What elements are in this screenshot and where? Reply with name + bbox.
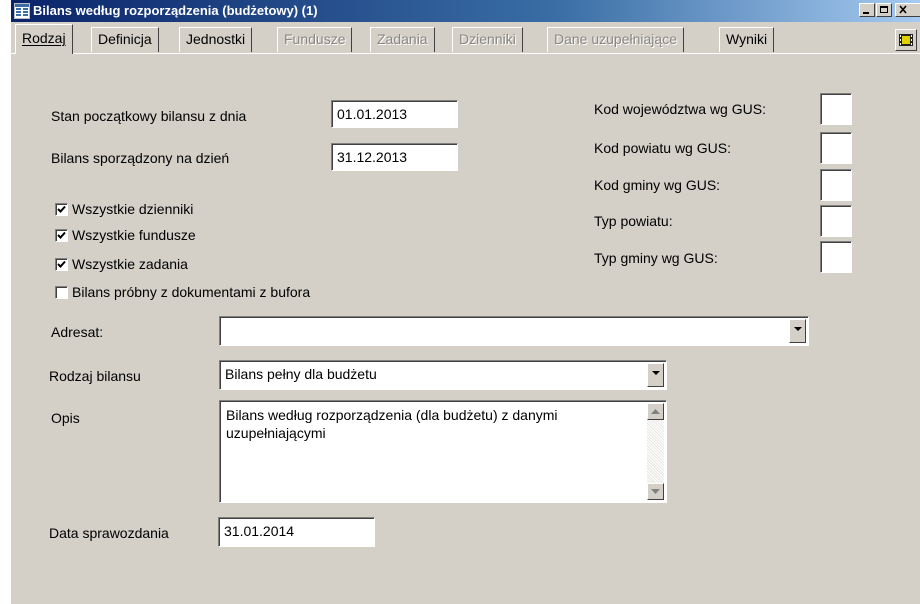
typ-powiatu-label: Typ powiatu:	[594, 213, 673, 229]
checkmark-icon	[57, 205, 66, 213]
tab-dane-uzupelniajace[interactable]: Dane uzupełniające	[547, 27, 684, 52]
film-button[interactable]	[895, 29, 917, 51]
tab-definicja[interactable]: Definicja	[91, 27, 159, 52]
checkbox-bilans-probny[interactable]: Bilans próbny z dokumentami z bufora	[55, 284, 310, 302]
rodzaj-bilansu-dropdown-button[interactable]	[647, 363, 664, 387]
film-icon	[899, 34, 913, 46]
chevron-down-icon	[794, 327, 802, 331]
rodzaj-bilansu-dropdown[interactable]: Bilans pełny dla budżetu	[219, 360, 667, 390]
typ-powiatu-input[interactable]	[820, 205, 852, 237]
typ-gminy-input[interactable]	[820, 241, 852, 273]
chevron-down-icon	[651, 489, 660, 494]
tab-divider	[11, 53, 920, 54]
restore-button[interactable]	[876, 3, 892, 17]
checkbox-wszystkie-dzienniki[interactable]: Wszystkie dzienniki	[55, 201, 193, 219]
table-window-icon	[14, 3, 30, 19]
kod-gminy-input[interactable]	[820, 169, 852, 201]
tab-fundusze[interactable]: Fundusze	[277, 27, 353, 52]
chevron-down-icon	[652, 371, 660, 375]
minimize-button[interactable]	[859, 3, 875, 17]
title-bar[interactable]: Bilans według rozporządzenia (budżetowy)…	[11, 0, 920, 22]
tab-dzienniki[interactable]: Dzienniki	[452, 27, 523, 52]
adresat-dropdown-button[interactable]	[789, 319, 806, 343]
tab-zadania[interactable]: Zadania	[370, 27, 435, 52]
close-button[interactable]	[895, 3, 920, 17]
close-icon	[899, 5, 907, 14]
opis-label: Opis	[51, 410, 80, 426]
bilans-sporzadzony-input[interactable]: 31.12.2013	[331, 143, 458, 171]
bilans-sporzadzony-label: Bilans sporządzony na dzień	[51, 150, 230, 166]
restore-icon	[880, 6, 888, 13]
typ-gminy-label: Typ gminy wg GUS:	[594, 250, 718, 266]
adresat-label: Adresat:	[51, 324, 104, 340]
adresat-dropdown[interactable]	[219, 316, 809, 346]
chevron-up-icon	[651, 409, 660, 414]
checkbox-box[interactable]	[55, 286, 68, 299]
opis-textarea[interactable]: Bilans według rozporządzenia (dla budżet…	[219, 400, 667, 503]
tab-wyniki[interactable]: Wyniki	[719, 27, 775, 52]
bilans-window: Bilans według rozporządzenia (budżetowy)…	[10, 0, 920, 604]
kod-gminy-label: Kod gminy wg GUS:	[594, 177, 721, 193]
kod-wojewodztwa-input[interactable]	[820, 93, 852, 125]
minimize-icon	[863, 12, 869, 14]
tab-jednostki[interactable]: Jednostki	[179, 27, 253, 52]
stan-poczatkowy-input[interactable]: 01.01.2013	[331, 100, 458, 128]
scroll-up-button[interactable]	[647, 403, 664, 420]
kod-powiatu-input[interactable]	[820, 132, 852, 164]
tab-rodzaj[interactable]: Rodzaj	[15, 24, 73, 54]
checkbox-box[interactable]	[55, 258, 68, 271]
checkmark-icon	[57, 260, 66, 268]
rodzaj-bilansu-value: Bilans pełny dla budżetu	[225, 366, 377, 382]
rodzaj-bilansu-label: Rodzaj bilansu	[49, 368, 141, 384]
stan-poczatkowy-label: Stan początkowy bilansu z dnia	[51, 108, 247, 124]
checkbox-wszystkie-zadania[interactable]: Wszystkie zadania	[55, 256, 188, 274]
kod-wojewodztwa-label: Kod województwa wg GUS:	[594, 101, 766, 117]
data-sprawozdania-input[interactable]: 31.01.2014	[218, 517, 375, 547]
kod-powiatu-label: Kod powiatu wg GUS:	[594, 140, 731, 156]
checkbox-box[interactable]	[55, 203, 68, 216]
checkmark-icon	[57, 231, 66, 239]
scroll-down-button[interactable]	[647, 483, 664, 500]
data-sprawozdania-label: Data sprawozdania	[49, 525, 169, 541]
checkbox-wszystkie-fundusze[interactable]: Wszystkie fundusze	[55, 227, 196, 245]
checkbox-box[interactable]	[55, 229, 68, 242]
window-title: Bilans według rozporządzenia (budżetowy)…	[33, 3, 318, 18]
opis-text: Bilans według rozporządzenia (dla budżet…	[226, 407, 558, 441]
opis-scrollbar[interactable]	[647, 403, 664, 500]
